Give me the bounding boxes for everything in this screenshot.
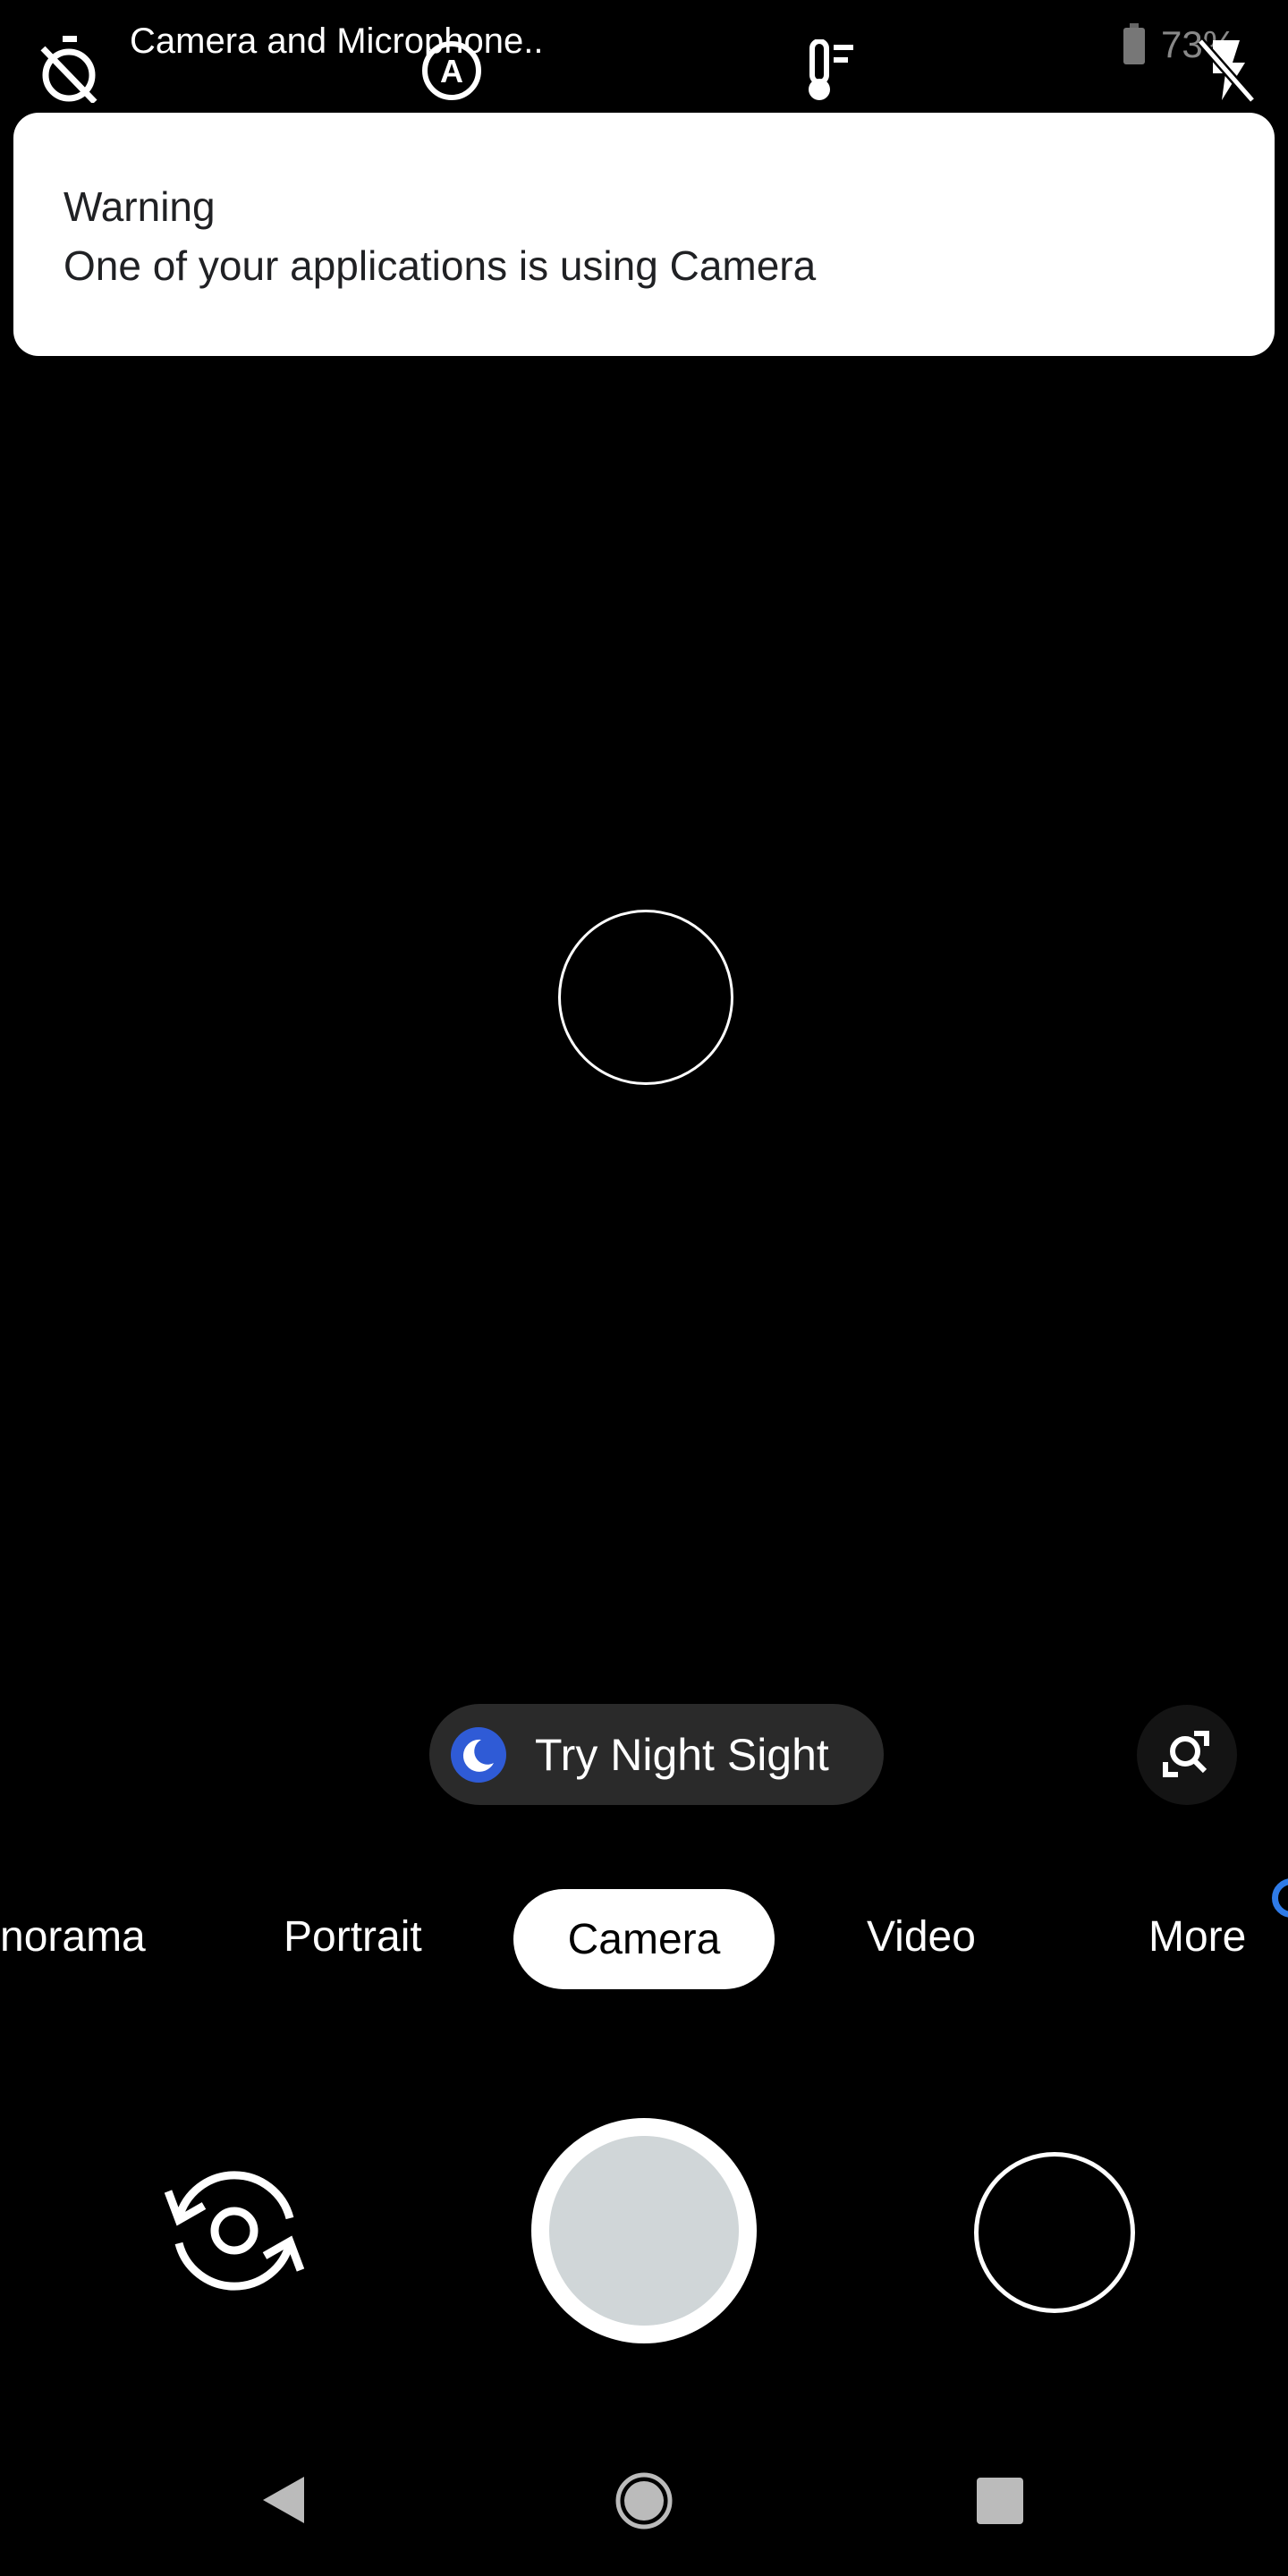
lens-search-icon: [1163, 1731, 1209, 1777]
back-icon[interactable]: [258, 2473, 311, 2527]
mode-camera[interactable]: Camera: [513, 1889, 775, 1989]
thermometer-icon[interactable]: [803, 39, 866, 102]
gallery-thumbnail-button[interactable]: [974, 2152, 1135, 2313]
focus-indicator: [558, 910, 733, 1085]
auto-mode-icon[interactable]: A: [420, 39, 483, 102]
mode-more[interactable]: More: [1148, 1912, 1246, 1962]
moon-icon: [451, 1726, 506, 1783]
night-sight-suggestion-button[interactable]: Try Night Sight: [429, 1704, 884, 1805]
lens-button[interactable]: [1137, 1705, 1237, 1805]
notification-title: Warning: [64, 183, 216, 230]
svg-text:A: A: [440, 53, 463, 89]
notification-body: One of your applications is using Camera: [64, 242, 817, 289]
more-indicator-dot: [1272, 1878, 1288, 1918]
mode-panorama[interactable]: norama: [0, 1912, 146, 1962]
switch-camera-button[interactable]: [159, 2156, 309, 2306]
shutter-button[interactable]: [531, 2118, 757, 2343]
timer-off-icon[interactable]: [38, 36, 100, 103]
flash-off-icon[interactable]: [1195, 36, 1258, 103]
flip-camera-icon: [164, 2171, 305, 2291]
mode-portrait[interactable]: Portrait: [284, 1912, 422, 1962]
mode-video[interactable]: Video: [867, 1912, 976, 1962]
recents-icon[interactable]: [977, 2478, 1023, 2524]
night-sight-label: Try Night Sight: [535, 1729, 829, 1780]
battery-icon: [1123, 23, 1145, 64]
home-icon[interactable]: [614, 2470, 674, 2531]
warning-notification[interactable]: Warning One of your applications is usin…: [13, 113, 1275, 356]
